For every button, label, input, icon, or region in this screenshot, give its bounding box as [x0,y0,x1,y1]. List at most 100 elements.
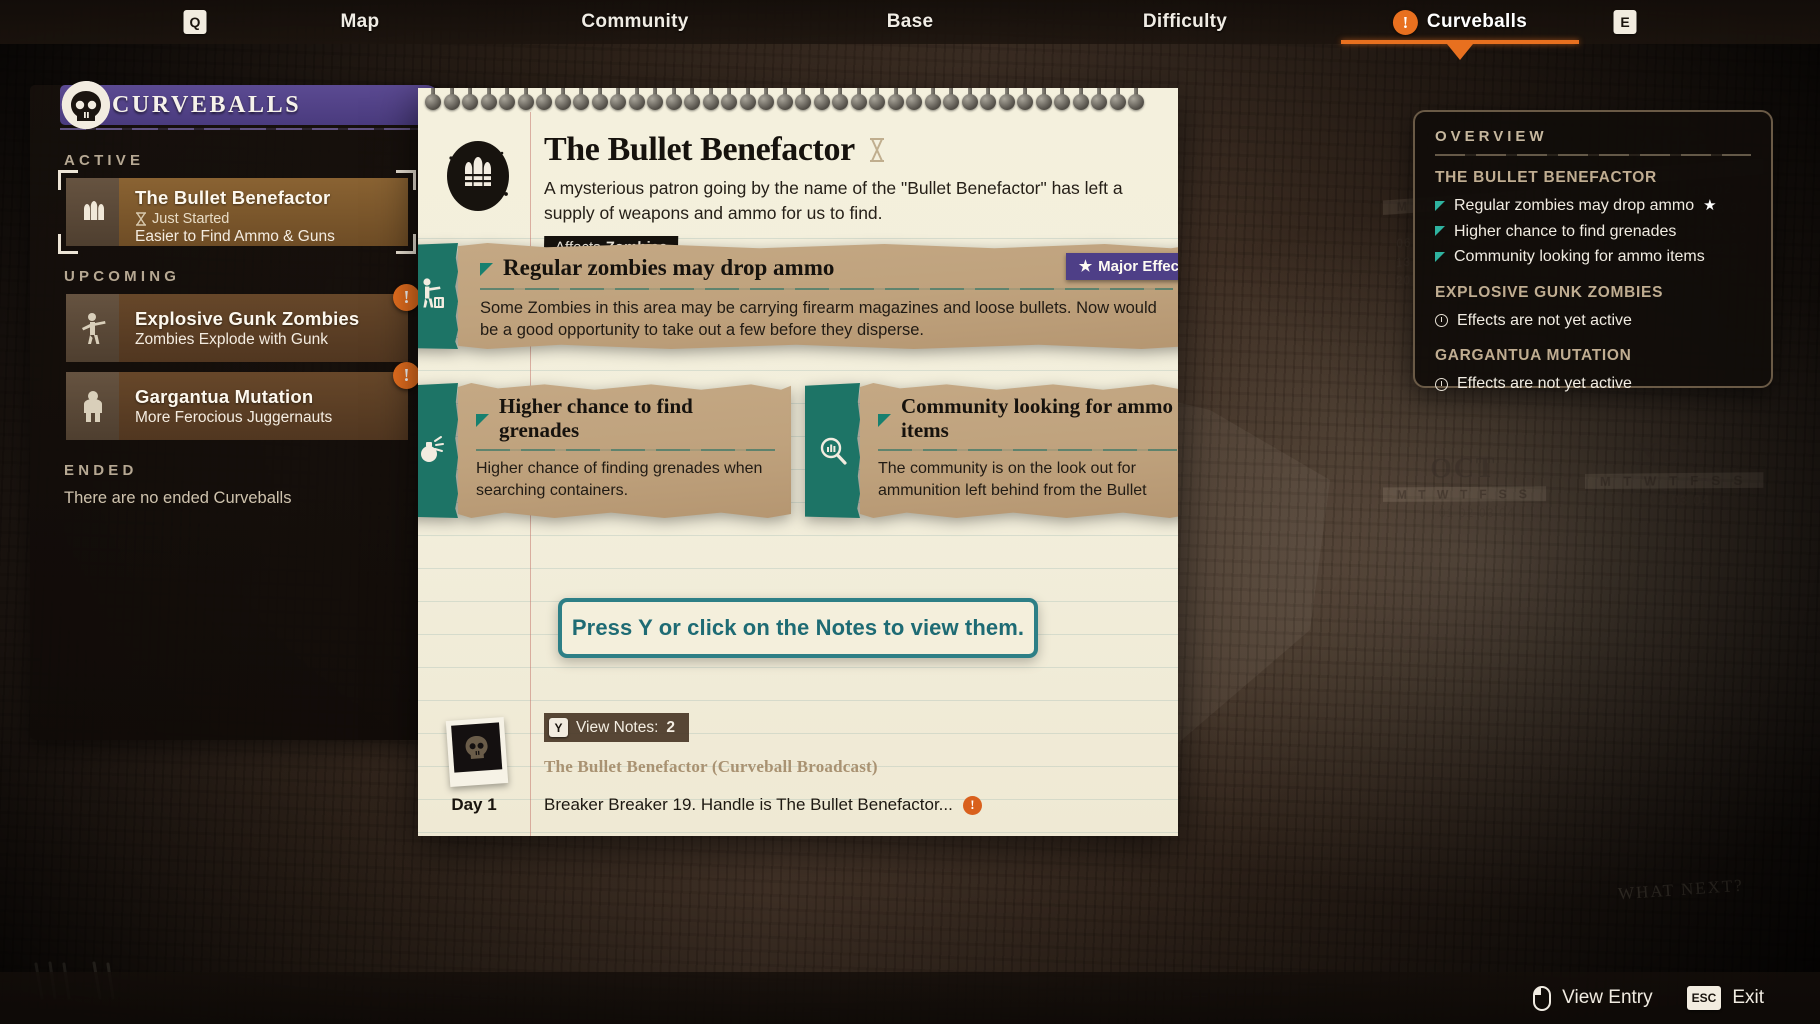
effect-card-grenades[interactable]: Higher chance to find grenades Higher ch… [418,383,791,518]
effect-body: Some Zombies in this area may be carryin… [480,298,1157,340]
effect-card-list: Higher chance to find grenades Higher ch… [418,383,1178,518]
keycap-e: E [1613,10,1637,34]
sidebar-item-subtitle: Easier to Find Ammo & Guns [135,228,335,245]
bullets-icon [66,178,119,246]
journal-header: The Bullet Benefactor A mysterious patro… [418,114,1178,260]
sidebar-item-name: Gargantua Mutation [135,386,314,407]
note-entry-row[interactable]: Day 1 Breaker Breaker 19. Handle is The … [418,795,1178,815]
nav-tab-difficulty[interactable]: Difficulty [1143,0,1227,44]
sidebar-item-body: Explosive Gunk Zombies Zombies Explode w… [119,294,408,362]
curveballs-sidebar: CURVEBALLS ACTIVE The Bullet Benefactor [30,81,440,740]
keycap-esc: ESC [1686,986,1722,1010]
skull-photo-icon [451,722,503,773]
overview-item-text: Effects are not yet active [1457,311,1632,329]
clock-icon [1435,314,1448,328]
star-icon: ★ [1078,258,1093,275]
warning-icon: ! [393,284,420,311]
note-entry-text-wrap: Breaker Breaker 19. Handle is The Bullet… [530,795,982,815]
sidebar-section-upcoming: UPCOMING [64,268,181,285]
zombie-icon [66,294,119,362]
sidebar-item-subtitle: More Ferocious Juggernauts [135,409,333,426]
skull-cycle-icon [61,81,110,129]
sidebar-divider [60,128,432,130]
nav-key-e[interactable]: E [1613,0,1637,44]
effect-card-body: Higher chance to find grenades Higher ch… [458,383,791,518]
effect-title: Regular zombies may drop ammo [503,255,835,280]
effect-card-community-ammo[interactable]: Community looking for ammo items The com… [805,383,1178,518]
journal-spiral-binding [418,88,1178,114]
nav-tab-label: Difficulty [1142,11,1228,32]
overview-item: Higher chance to find grenades [1435,219,1751,245]
overview-item: Effects are not yet active [1435,371,1751,397]
sidebar-item-gargantua-mutation[interactable]: ! Gargantua Mutation More Ferocious Jugg… [66,362,420,440]
overview-group-title: EXPLOSIVE GUNK ZOMBIES [1435,283,1664,301]
view-notes-count: 2 [666,718,676,736]
keycap-y: Y [549,718,568,737]
effect-rule [480,287,1173,290]
journal-title-row: The Bullet Benefactor [544,131,887,169]
overview-group-explosive-gunk-zombies: EXPLOSIVE GUNK ZOMBIES Effects are not y… [1435,284,1751,334]
major-effect-label: Major Effect [1098,257,1178,275]
sidebar-item-status: Just Started [135,211,396,227]
sidebar-item-subtitle: Zombies Explode with Gunk [135,331,328,348]
view-notes-label: View Notes: [576,718,659,736]
game-screen: JUL M T W T F S S 01 02 03 04 05 06 07 0… [0,0,1820,1024]
note-entry-text: Breaker Breaker 19. Handle is The Bullet… [544,795,953,814]
triangle-bullet-icon [1435,200,1445,211]
nav-tab-map[interactable]: Map [341,0,380,44]
effect-title: Higher chance to find grenades [499,394,693,442]
triangle-bullet-icon [480,262,493,276]
star-icon: ★ [1703,196,1717,214]
footer-controls: View Entry ESC Exit [0,972,1820,1024]
exit-label: Exit [1732,987,1764,1008]
overview-item: Community looking for ammo items [1435,244,1751,270]
effect-title: Community looking for ammo items [901,394,1174,442]
overview-item: Regular zombies may drop ammo ★ [1435,193,1751,219]
sidebar-section-ended: ENDED [64,462,138,479]
overview-divider [1435,154,1751,156]
nav-key-q[interactable]: Q [183,0,207,44]
overview-item: Effects are not yet active [1435,308,1751,334]
triangle-bullet-icon [476,413,489,427]
overview-item-text: Regular zombies may drop ammo [1454,197,1695,214]
effect-title-row: Community looking for ammo items [878,394,1177,442]
overview-group-gargantua-mutation: GARGANTUA MUTATION Effects are not yet a… [1435,347,1751,397]
effect-body: Higher chance of finding grenades when s… [476,460,763,499]
note-source-title: The Bullet Benefactor (Curveball Broadca… [544,757,878,776]
nav-tab-label: Base [886,11,934,32]
nav-tab-label: Map [340,11,380,32]
hourglass-icon [136,212,146,226]
overview-item-text: Community looking for ammo items [1454,248,1705,266]
view-entry-label: View Entry [1562,987,1653,1008]
view-entry-control[interactable]: View Entry [1533,985,1653,1011]
note-thumbnail[interactable] [445,717,509,787]
triangle-bullet-icon [1435,226,1445,237]
nav-tab-curveballs[interactable]: ! Curveballs [1392,0,1528,44]
view-notes-button[interactable]: Y View Notes: 2 [544,713,690,742]
nav-active-caret [1447,44,1473,60]
page-title: The Bullet Benefactor [544,131,855,168]
nav-tab-community[interactable]: Community [581,0,688,44]
exit-control[interactable]: ESC Exit [1686,986,1764,1010]
effect-rule [878,449,1177,452]
sidebar-ended-empty-text: There are no ended Curveballs [64,489,292,507]
effect-title-row: Higher chance to find grenades [476,394,775,442]
bullets-seal-icon [447,141,509,211]
sidebar-item-the-bullet-benefactor[interactable]: The Bullet Benefactor Just Started Easie… [58,170,416,254]
sidebar-header: CURVEBALLS [60,81,440,129]
sidebar-item-explosive-gunk-zombies[interactable]: ! Explosive Gunk Zombies Zombies Explode… [66,284,420,362]
warning-icon: ! [1392,9,1418,35]
overview-group-title: THE BULLET BENEFACTOR [1435,169,1657,186]
top-navigation-bar: Q Map Community Base Difficulty ! Curveb… [0,0,1820,60]
zombie-drop-icon [418,243,458,349]
overview-panel: OVERVIEW THE BULLET BENEFACTOR Regular z… [1413,110,1773,392]
hourglass-icon [869,138,884,162]
warning-icon: ! [393,362,420,389]
view-notes-prompt[interactable]: Press Y or click on the Notes to view th… [558,598,1038,658]
effect-card-major[interactable]: Regular zombies may drop ammo Some Zombi… [418,243,1178,349]
effect-card-body: Community looking for ammo items The com… [860,383,1178,518]
triangle-bullet-icon [878,413,891,427]
nav-tab-base[interactable]: Base [887,0,934,44]
nav-tab-label: Curveballs [1426,11,1528,32]
major-effect-badge: ★ Major Effect [1065,253,1178,280]
